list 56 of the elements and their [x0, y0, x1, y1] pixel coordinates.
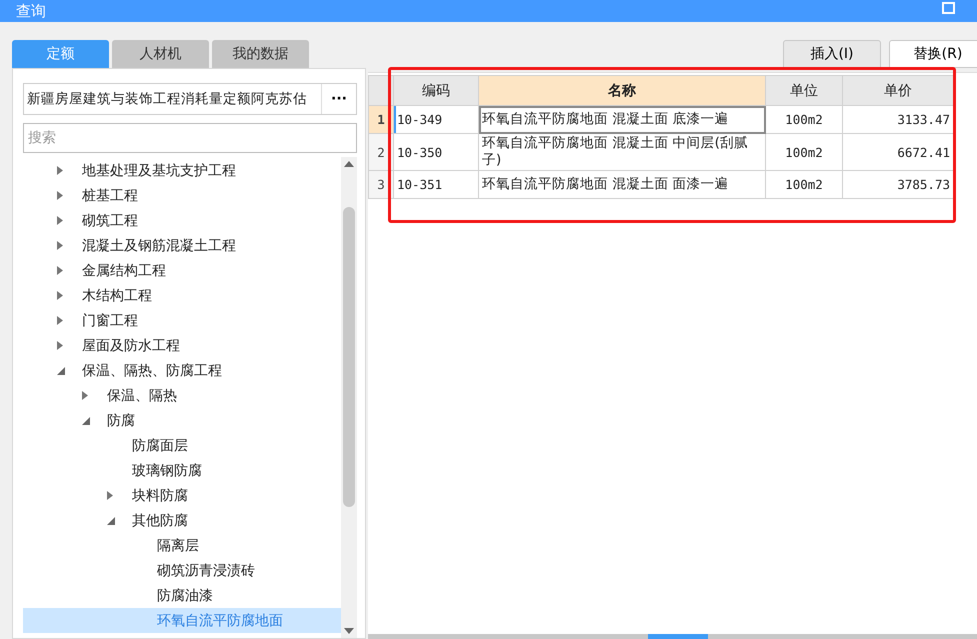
- expand-arrow-icon[interactable]: [57, 341, 63, 350]
- expand-arrow-icon[interactable]: [57, 291, 63, 300]
- tab[interactable]: 人材机: [112, 40, 209, 68]
- collapse-arrow-icon[interactable]: [82, 416, 90, 424]
- collapse-arrow-icon[interactable]: [57, 366, 65, 374]
- tree-item[interactable]: 木结构工程: [23, 283, 341, 308]
- action-button[interactable]: 插入(I): [783, 40, 881, 68]
- column-header[interactable]: 名称: [478, 76, 766, 106]
- expand-arrow-icon[interactable]: [57, 166, 63, 175]
- table-cell: 环氧自流平防腐地面 混凝土面 底漆一遍: [478, 106, 766, 134]
- table-cell: 10-351: [394, 170, 478, 198]
- expand-arrow-icon[interactable]: [57, 191, 63, 200]
- tree-item[interactable]: 地基处理及基坑支护工程: [23, 158, 341, 183]
- column-header[interactable]: 单位: [766, 76, 842, 106]
- table-cell: 环氧自流平防腐地面 混凝土面 面漆一遍: [478, 170, 766, 198]
- table-cell: 100m2: [766, 170, 842, 198]
- tree-item[interactable]: 保温、隔热、防腐工程: [23, 358, 341, 383]
- expand-arrow-icon[interactable]: [82, 391, 88, 400]
- scrollbar[interactable]: [341, 157, 357, 638]
- tree-item[interactable]: 玻璃钢防腐: [23, 458, 341, 483]
- tree-item[interactable]: 屋面及防水工程: [23, 333, 341, 358]
- expand-arrow-icon[interactable]: [107, 491, 113, 500]
- tree-item[interactable]: 砌筑沥青浸渍砖: [23, 558, 341, 583]
- action-button[interactable]: 替换(R): [889, 40, 977, 68]
- splitter-handle[interactable]: [648, 634, 708, 639]
- expand-arrow-icon[interactable]: [57, 316, 63, 325]
- table-cell: 环氧自流平防腐地面 混凝土面 中间层(刮腻子): [478, 134, 766, 170]
- expand-arrow-icon[interactable]: [57, 266, 63, 275]
- tree-item[interactable]: 其他防腐: [23, 508, 341, 533]
- tree-item[interactable]: 防腐: [23, 408, 341, 433]
- column-header[interactable]: 单价: [842, 76, 954, 106]
- tree-item[interactable]: 防腐面层: [23, 433, 341, 458]
- tree-item[interactable]: 保温、隔热: [23, 383, 341, 408]
- scroll-up-icon[interactable]: [344, 161, 354, 167]
- table-cell: 100m2: [766, 106, 842, 134]
- tree-item[interactable]: 门窗工程: [23, 308, 341, 333]
- library-field[interactable]: 新疆房屋建筑与装饰工程消耗量定额阿克苏估 ···: [23, 83, 357, 115]
- scroll-down-icon[interactable]: [344, 628, 354, 634]
- table-cell: 10-350: [394, 134, 478, 170]
- collapse-arrow-icon[interactable]: [107, 516, 115, 524]
- window-title: 查询: [16, 2, 46, 20]
- search-field[interactable]: 搜索: [23, 123, 357, 153]
- table-cell: 100m2: [766, 134, 842, 170]
- tree-item[interactable]: 混凝土及钢筋混凝土工程: [23, 233, 341, 258]
- table-cell: 10-349: [394, 106, 478, 134]
- maximize-icon[interactable]: [942, 2, 955, 14]
- tree-item[interactable]: 块料防腐: [23, 483, 341, 508]
- expand-arrow-icon[interactable]: [57, 241, 63, 250]
- tree-item[interactable]: 隔离层: [23, 533, 341, 558]
- expand-arrow-icon[interactable]: [57, 216, 63, 225]
- tree-item[interactable]: 砌筑工程: [23, 208, 341, 233]
- tree-item[interactable]: 金属结构工程: [23, 258, 341, 283]
- tab[interactable]: 我的数据: [212, 40, 309, 68]
- column-header[interactable]: 编码: [394, 76, 478, 106]
- tree-item[interactable]: 桩基工程: [23, 183, 341, 208]
- tree-item[interactable]: 防腐油漆: [23, 583, 341, 608]
